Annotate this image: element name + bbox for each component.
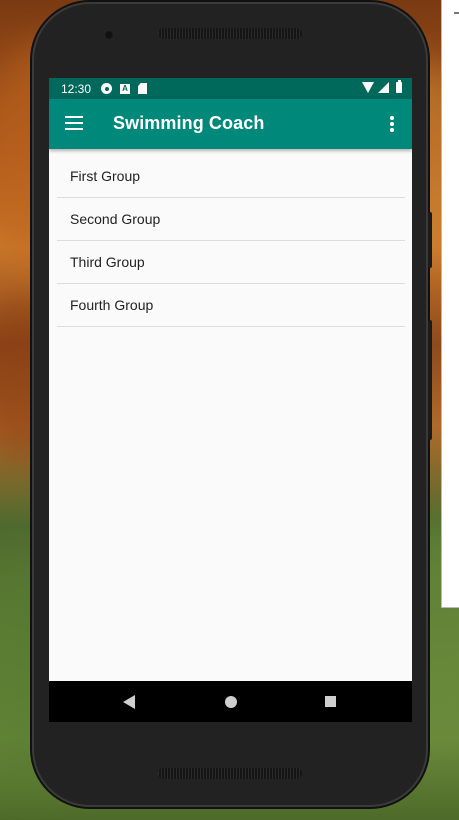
recents-icon[interactable]: [325, 696, 336, 707]
volume-button: [428, 212, 432, 268]
device-screen: 12:30 A Swimming Coach First Group Secon…: [49, 78, 412, 722]
signal-icon: [378, 82, 389, 93]
app-title: Swimming Coach: [113, 113, 265, 133]
sd-card-icon: [138, 83, 147, 94]
list-item-label: First Group: [70, 168, 141, 184]
list-item-fourth-group[interactable]: Fourth Group: [57, 284, 405, 327]
list-item-first-group[interactable]: First Group: [57, 155, 405, 198]
wifi-icon: [362, 82, 374, 93]
bottom-speaker: [158, 768, 302, 779]
front-camera: [104, 30, 114, 40]
top-speaker: [158, 28, 302, 39]
status-bar: 12:30 A: [49, 78, 412, 99]
back-icon[interactable]: [123, 695, 135, 709]
group-list: First Group Second Group Third Group Fou…: [57, 155, 405, 327]
list-item-label: Fourth Group: [70, 297, 154, 313]
status-right-icons: [362, 80, 402, 93]
a-icon: A: [120, 83, 130, 94]
background-window: [441, 0, 459, 608]
status-time: 12:30: [61, 81, 92, 96]
home-icon[interactable]: [225, 696, 237, 708]
list-item-third-group[interactable]: Third Group: [57, 241, 405, 284]
list-item-label: Third Group: [70, 254, 145, 270]
more-vertical-icon[interactable]: [382, 114, 402, 134]
power-button: [428, 320, 432, 440]
list-item-second-group[interactable]: Second Group: [57, 198, 405, 241]
battery-icon: [396, 80, 402, 93]
status-left-icons: A: [101, 83, 147, 94]
window-mark: [454, 12, 459, 14]
navigation-bar: [49, 681, 412, 722]
app-bar: Swimming Coach: [49, 99, 412, 149]
hamburger-menu-icon[interactable]: [65, 116, 83, 130]
gear-icon: [101, 83, 112, 94]
list-item-label: Second Group: [70, 211, 161, 227]
